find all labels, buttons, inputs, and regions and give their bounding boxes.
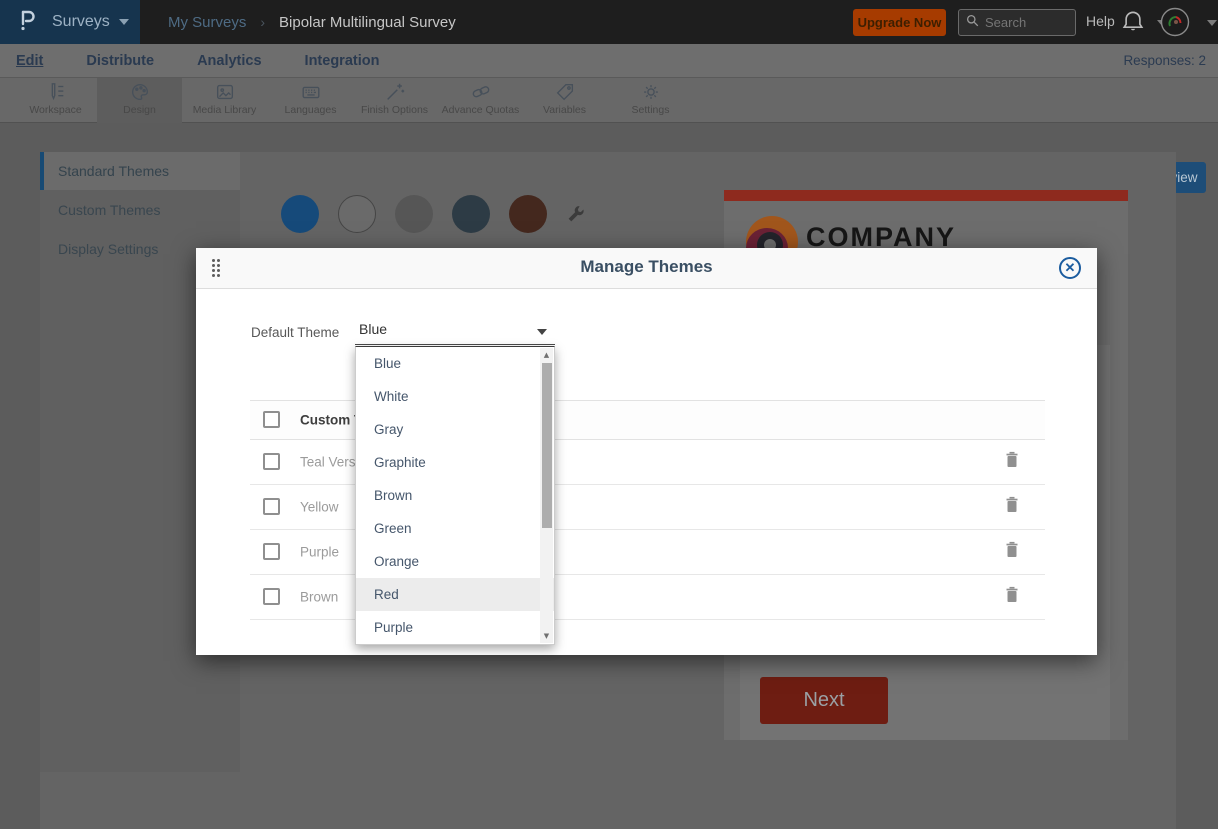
toolbar-item-workspace[interactable]: Workspace	[13, 78, 98, 123]
chevron-down-icon	[537, 329, 547, 335]
theme-swatch-gray[interactable]	[395, 195, 433, 233]
dropdown-option-gray[interactable]: Gray	[356, 413, 554, 446]
responses-count[interactable]: Responses: 2	[1123, 53, 1206, 68]
theme-swatch-brown[interactable]	[509, 195, 547, 233]
dropdown-option-graphite[interactable]: Graphite	[356, 446, 554, 479]
top-navbar: Surveys My Surveys › Bipolar Multilingua…	[0, 0, 1218, 44]
scrollbar-thumb[interactable]	[542, 363, 552, 528]
theme-dropdown-list: Blue White Gray Graphite Brown Green Ora…	[355, 346, 555, 645]
toolbar-item-design[interactable]: Design	[97, 78, 182, 123]
next-label: Next	[803, 689, 844, 712]
theme-swatch-graphite[interactable]	[452, 195, 490, 233]
modal-title: Manage Themes	[196, 257, 1097, 277]
tab-edit[interactable]: Edit	[16, 53, 43, 69]
product-switcher[interactable]: Surveys	[0, 0, 140, 44]
breadcrumb: My Surveys › Bipolar Multilingual Survey	[168, 0, 456, 44]
dropdown-option-green[interactable]: Green	[356, 512, 554, 545]
theme-swatch-blue[interactable]	[281, 195, 319, 233]
help-link[interactable]: Help	[1086, 13, 1115, 29]
toolbar-item-variables[interactable]: Variables	[522, 78, 607, 123]
preview-header-bar	[724, 190, 1128, 201]
tab-integration[interactable]: Integration	[305, 53, 380, 69]
trash-icon[interactable]	[1004, 586, 1020, 609]
edit-toolbar: Workspace Design Media Library Languages…	[0, 78, 1218, 123]
tab-analytics[interactable]: Analytics	[197, 53, 261, 69]
wrench-icon[interactable]	[566, 204, 586, 229]
search-input[interactable]	[985, 15, 1065, 30]
avatar[interactable]	[1160, 7, 1190, 37]
scroll-down-icon[interactable]: ▼	[540, 632, 553, 640]
row-checkbox[interactable]	[263, 453, 280, 470]
theme-name: Teal Versi	[300, 455, 359, 470]
modal-header: Manage Themes ✕	[196, 248, 1097, 289]
dropdown-option-purple[interactable]: Purple	[356, 611, 554, 644]
avatar-chevron-icon[interactable]	[1207, 20, 1217, 26]
toolbar-item-languages[interactable]: Languages	[268, 78, 353, 123]
search-icon	[966, 14, 979, 32]
close-icon[interactable]: ✕	[1059, 257, 1081, 279]
chevron-down-icon	[119, 19, 129, 25]
notifications-bell-icon[interactable]	[1122, 10, 1144, 39]
dropdown-option-brown[interactable]: Brown	[356, 479, 554, 512]
trash-icon[interactable]	[1004, 451, 1020, 474]
theme-name: Brown	[300, 590, 338, 605]
default-theme-value: Blue	[359, 321, 387, 337]
toolbar-label: Variables	[543, 104, 586, 116]
product-name: Surveys	[52, 13, 110, 31]
toolbar-item-settings[interactable]: Settings	[608, 78, 693, 123]
dropdown-option-white[interactable]: White	[356, 380, 554, 413]
toolbar-item-finish-options[interactable]: Finish Options	[352, 78, 437, 123]
row-checkbox[interactable]	[263, 498, 280, 515]
toolbar-label: Settings	[632, 104, 670, 116]
survey-tabs: Edit Distribute Analytics Integration Re…	[0, 44, 1218, 78]
trash-icon[interactable]	[1004, 496, 1020, 519]
toolbar-label: Languages	[285, 104, 337, 116]
toolbar-label: Advance Quotas	[442, 104, 520, 116]
dropdown-scrollbar[interactable]: ▲ ▼	[540, 348, 553, 643]
sidebar-item-standard-themes[interactable]: Standard Themes	[40, 152, 240, 190]
default-theme-label: Default Theme	[251, 325, 339, 340]
row-checkbox[interactable]	[263, 543, 280, 560]
dropdown-option-red[interactable]: Red	[356, 578, 554, 611]
questionpro-logo-icon	[16, 8, 38, 37]
upgrade-now-label: Upgrade Now	[858, 15, 942, 30]
toolbar-label: Media Library	[193, 104, 257, 116]
breadcrumb-current: Bipolar Multilingual Survey	[279, 14, 456, 31]
breadcrumb-separator: ›	[260, 14, 265, 30]
toolbar-item-media-library[interactable]: Media Library	[182, 78, 267, 123]
next-button[interactable]: Next	[760, 677, 888, 724]
toolbar-label: Design	[123, 104, 156, 116]
default-theme-select[interactable]: Blue	[355, 315, 555, 345]
theme-name: Yellow	[300, 500, 339, 515]
scroll-up-icon[interactable]: ▲	[540, 351, 553, 359]
row-checkbox[interactable]	[263, 588, 280, 605]
tab-distribute[interactable]: Distribute	[86, 53, 154, 69]
trash-icon[interactable]	[1004, 541, 1020, 564]
manage-themes-modal: Manage Themes ✕ Default Theme Blue Custo…	[196, 248, 1097, 655]
select-all-checkbox[interactable]	[263, 411, 280, 428]
dropdown-option-orange[interactable]: Orange	[356, 545, 554, 578]
toolbar-item-advance-quotas[interactable]: Advance Quotas	[438, 78, 523, 123]
upgrade-now-button[interactable]: Upgrade Now	[853, 9, 946, 36]
breadcrumb-parent[interactable]: My Surveys	[168, 14, 246, 31]
toolbar-label: Finish Options	[361, 104, 428, 116]
theme-swatch-white[interactable]	[338, 195, 376, 233]
theme-name: Purple	[300, 545, 339, 560]
dropdown-option-blue[interactable]: Blue	[356, 347, 554, 380]
global-search[interactable]	[958, 9, 1076, 36]
sidebar-item-custom-themes[interactable]: Custom Themes	[40, 190, 240, 229]
toolbar-label: Workspace	[29, 104, 81, 116]
